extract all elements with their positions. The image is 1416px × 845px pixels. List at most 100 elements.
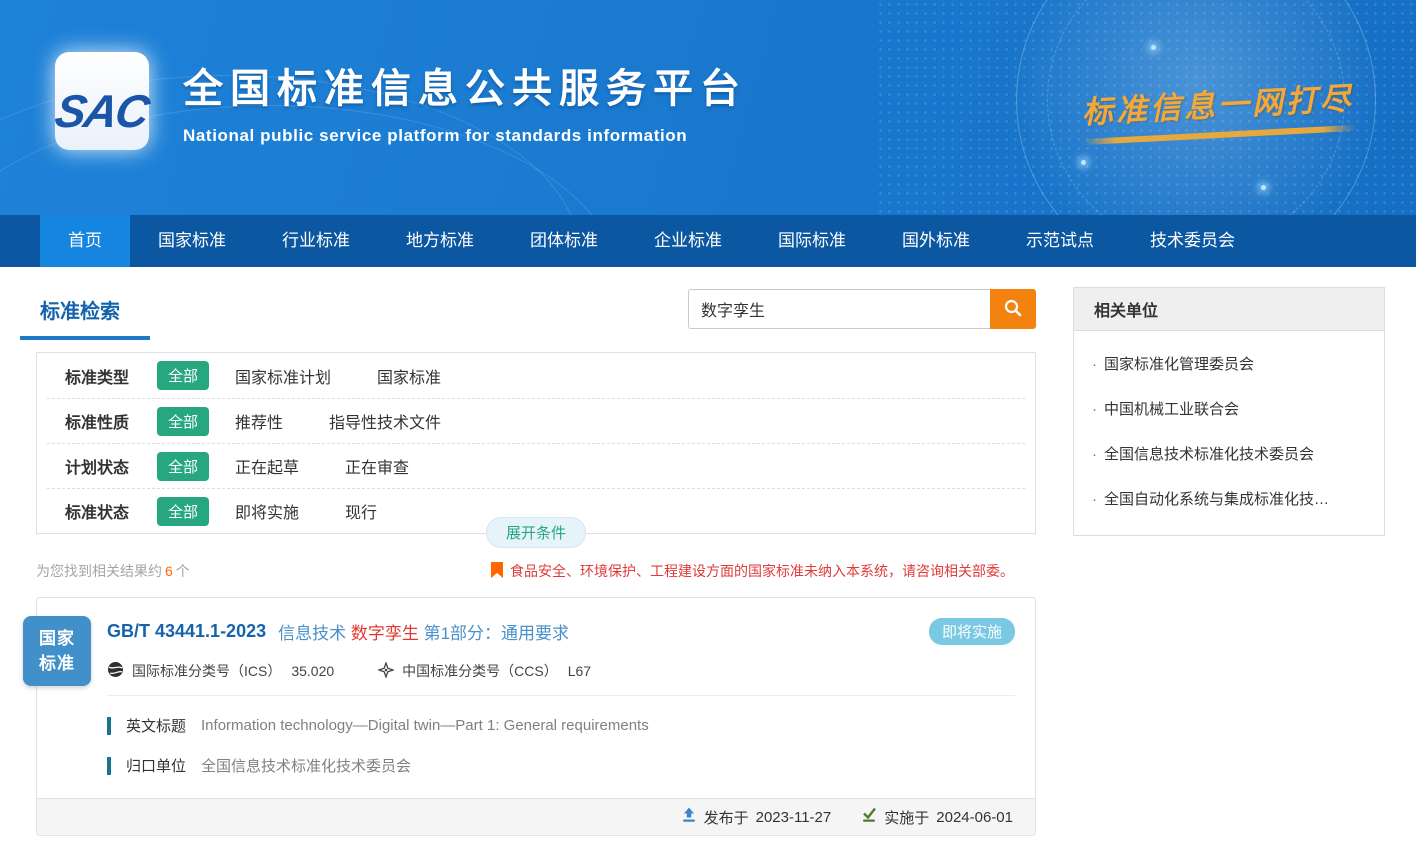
related-unit-label: 国家标准化管理委员会: [1104, 356, 1254, 373]
implement-date-item: 实施于 2024-06-01: [861, 807, 1013, 828]
result-count-suffix: 个: [176, 563, 190, 579]
glow-dot: [1151, 45, 1156, 50]
filter-option[interactable]: 指导性技术文件: [329, 409, 441, 433]
filter-label: 标准状态: [65, 499, 157, 523]
result-count-number: 6: [165, 563, 173, 579]
status-badge: 即将实施: [929, 618, 1015, 645]
glow-dot: [1261, 185, 1266, 190]
title-part2: 第1部分：通用要求: [424, 624, 569, 643]
filter-option[interactable]: 正在起草: [235, 454, 299, 478]
search-box: [688, 289, 1036, 329]
nav-item-international-standards[interactable]: 国际标准: [750, 215, 874, 267]
filter-option[interactable]: 国家标准: [377, 364, 441, 388]
related-unit-link[interactable]: · 中国机械工业联合会: [1092, 386, 1366, 431]
related-unit-label: 全国自动化系统与集成标准化技…: [1104, 491, 1329, 508]
sac-logo[interactable]: SAC: [55, 52, 149, 150]
english-title-row: 英文标题 Information technology—Digital twin…: [107, 715, 1015, 736]
english-title-value: Information technology—Digital twin—Part…: [201, 717, 649, 734]
notice-text: 食品安全、环境保护、工程建设方面的国家标准未纳入本系统，请咨询相关部委。: [510, 561, 1014, 581]
list-dot: ·: [1092, 491, 1097, 508]
nav-item-national-standards[interactable]: 国家标准: [130, 215, 254, 267]
filter-all-button[interactable]: 全部: [157, 452, 209, 481]
result-count-prefix: 为您找到相关结果约: [36, 563, 162, 579]
ics-value: 35.020: [291, 663, 334, 679]
glow-dot: [1081, 160, 1086, 165]
filter-all-button[interactable]: 全部: [157, 361, 209, 390]
related-units-title: 相关单位: [1074, 288, 1384, 331]
type-badge-line1: 国家: [39, 626, 75, 652]
nav-item-pilot[interactable]: 示范试点: [998, 215, 1122, 267]
check-icon: [861, 807, 877, 827]
page: SAC 全国标准信息公共服务平台 National public service…: [0, 0, 1416, 845]
system-notice: 食品安全、环境保护、工程建设方面的国家标准未纳入本系统，请咨询相关部委。: [491, 561, 1036, 581]
committee-value: 全国信息技术标准化技术委员会: [201, 755, 411, 776]
standard-code-link[interactable]: GB/T 43441.1-2023: [107, 621, 266, 642]
related-unit-link[interactable]: · 全国自动化系统与集成标准化技…: [1092, 476, 1366, 521]
list-dot: ·: [1092, 356, 1097, 373]
filter-row-plan-status: 计划状态 全部 正在起草 正在审查: [47, 443, 1025, 488]
search-button[interactable]: [990, 289, 1036, 329]
filter-all-button[interactable]: 全部: [157, 407, 209, 436]
related-unit-label: 全国信息技术标准化技术委员会: [1104, 446, 1314, 463]
search-section: 标准检索 标准类型: [20, 287, 1036, 836]
teal-bar: [107, 757, 111, 775]
nav-item-technical-committee[interactable]: 技术委员会: [1122, 215, 1263, 267]
list-dot: ·: [1092, 401, 1097, 418]
implement-label: 实施于: [884, 807, 929, 828]
result-card: 国家 标准 GB/T 43441.1-2023 信息技术 数字孪生 第1部分：通…: [36, 597, 1036, 836]
standard-type-badge: 国家 标准: [23, 616, 91, 686]
filter-label: 标准类型: [65, 364, 157, 388]
type-badge-line2: 标准: [39, 651, 75, 677]
sac-logo-text: SAC: [52, 88, 151, 134]
nav-item-enterprise-standards[interactable]: 企业标准: [626, 215, 750, 267]
search-icon: [1003, 298, 1023, 321]
english-title-label: 英文标题: [126, 715, 186, 736]
filter-all-button[interactable]: 全部: [157, 497, 209, 526]
card-footer: 发布于 2023-11-27 实施于 2024-06-01: [37, 798, 1035, 835]
page-title: 标准检索: [40, 287, 120, 324]
filter-row-standard-type: 标准类型 全部 国家标准计划 国家标准: [37, 353, 1035, 398]
committee-label: 归口单位: [126, 755, 186, 776]
ccs-value: L67: [568, 663, 591, 679]
ics-label: 国际标准分类号（ICS）: [132, 661, 281, 681]
filter-option[interactable]: 正在审查: [345, 454, 409, 478]
related-unit-link[interactable]: · 国家标准化管理委员会: [1092, 341, 1366, 386]
compass-icon: [378, 662, 394, 681]
filter-option[interactable]: 现行: [345, 499, 377, 523]
implement-date: 2024-06-01: [936, 809, 1013, 826]
filter-label: 计划状态: [65, 454, 157, 478]
filter-option[interactable]: 国家标准计划: [235, 364, 331, 388]
site-title: 全国标准信息公共服务平台: [183, 56, 747, 114]
title-part1: 信息技术: [278, 624, 346, 643]
expand-conditions-button[interactable]: 展开条件: [486, 517, 586, 548]
search-input[interactable]: [688, 289, 990, 329]
globe-icon: [107, 661, 124, 681]
nav-item-group-standards[interactable]: 团体标准: [502, 215, 626, 267]
standard-title-link[interactable]: 信息技术 数字孪生 第1部分：通用要求: [278, 619, 569, 644]
related-unit-link[interactable]: · 全国信息技术标准化技术委员会: [1092, 431, 1366, 476]
site-header: SAC 全国标准信息公共服务平台 National public service…: [0, 0, 1416, 215]
filter-option[interactable]: 推荐性: [235, 409, 283, 433]
committee-row: 归口单位 全国信息技术标准化技术委员会: [107, 755, 1015, 776]
upload-icon: [681, 807, 697, 827]
teal-bar: [107, 717, 111, 735]
nav-item-foreign-standards[interactable]: 国外标准: [874, 215, 998, 267]
related-units-panel: 相关单位 · 国家标准化管理委员会 · 中国机械工业联合会 · 全国信息技术标准化技术…: [1073, 287, 1385, 536]
ccs-label: 中国标准分类号（CCS）: [402, 661, 558, 681]
section-title-wrap: 标准检索: [20, 287, 120, 340]
site-subtitle: National public service platform for sta…: [183, 126, 747, 146]
publish-date: 2023-11-27: [756, 809, 832, 826]
related-unit-label: 中国机械工业联合会: [1104, 401, 1239, 418]
filter-label: 标准性质: [65, 409, 157, 433]
nav-item-local-standards[interactable]: 地方标准: [378, 215, 502, 267]
nav-item-home[interactable]: 首页: [40, 215, 130, 267]
related-units-list: · 国家标准化管理委员会 · 中国机械工业联合会 · 全国信息技术标准化技术委员会 ·…: [1074, 331, 1384, 535]
filter-panel: 标准类型 全部 国家标准计划 国家标准 标准性质 全部 推荐性 指导性技术文件 …: [36, 352, 1036, 534]
publish-label: 发布于: [704, 807, 749, 828]
result-count: 为您找到相关结果约6个: [36, 561, 190, 581]
bookmark-icon: [491, 562, 503, 581]
publish-date-item: 发布于 2023-11-27: [681, 807, 832, 828]
filter-option[interactable]: 即将实施: [235, 499, 299, 523]
nav-item-industry-standards[interactable]: 行业标准: [254, 215, 378, 267]
list-dot: ·: [1092, 446, 1097, 463]
